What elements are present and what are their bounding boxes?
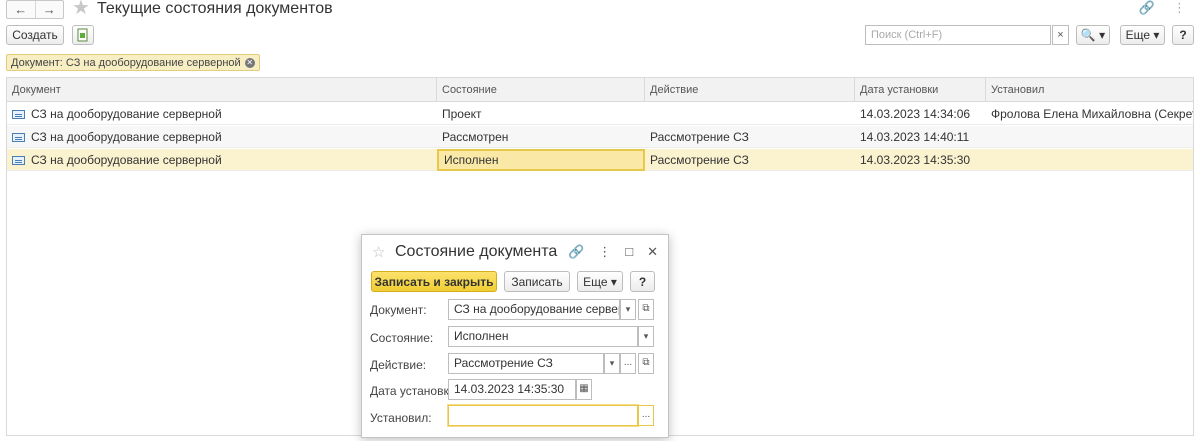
back-arrow-icon[interactable]: ← [7, 1, 35, 18]
column-header-action[interactable]: Действие [645, 78, 855, 102]
cell-date: 14.03.2023 14:40:11 [860, 130, 970, 144]
cell-document: СЗ на дооборудование серверной [7, 126, 437, 148]
document-icon [12, 110, 25, 119]
cell-document-text: СЗ на дооборудование серверной [31, 153, 222, 167]
filter-chip-label: Документ: СЗ на дооборудование серверной [11, 56, 241, 69]
date-field-label: Дата установки: [370, 384, 459, 398]
calendar-icon[interactable]: ▦ [576, 379, 592, 400]
help-button[interactable]: ? [1172, 25, 1194, 45]
column-header-user[interactable]: Установил [986, 78, 1193, 102]
cell-state: Рассмотрен [442, 130, 509, 144]
state-field-label: Состояние: [370, 331, 434, 345]
cell-action [645, 103, 855, 125]
page-title: Текущие состояния документов [97, 0, 333, 17]
state-dropdown-icon[interactable]: ▾ [638, 326, 654, 347]
save-button[interactable]: Записать [504, 271, 570, 292]
cell-action: Рассмотрение СЗ [650, 130, 749, 144]
document-field[interactable]: СЗ на дооборудование серверной [448, 299, 620, 320]
dialog-title: Состояние документа [395, 243, 558, 260]
maximize-icon[interactable]: □ [625, 244, 633, 260]
action-dropdown-icon[interactable]: ▾ [604, 353, 620, 374]
link-icon[interactable]: 🔗 [1139, 0, 1155, 16]
search-clear-button[interactable]: × [1052, 25, 1069, 45]
date-field[interactable]: 14.03.2023 14:35:30 [448, 379, 576, 400]
document-icon [12, 156, 25, 165]
cell-user [986, 149, 1193, 171]
document-field-label: Документ: [370, 303, 427, 317]
action-field-label: Действие: [370, 358, 427, 372]
open-action-icon[interactable]: ⧉ [638, 353, 654, 374]
cell-action: Рассмотрение СЗ [650, 153, 749, 167]
cell-user [986, 126, 1193, 148]
state-field[interactable]: Исполнен [448, 326, 638, 347]
cell-state: Проект [442, 107, 482, 121]
document-report-icon [77, 28, 88, 42]
cell-document: СЗ на дооборудование серверной [7, 149, 437, 171]
user-select-button[interactable]: ... [638, 405, 654, 426]
document-icon [12, 133, 25, 142]
favorite-star-icon[interactable]: ★ [72, 0, 90, 19]
document-dropdown-icon[interactable]: ▾ [620, 299, 636, 320]
help-button[interactable]: ? [630, 271, 655, 292]
table-header: Документ Состояние Действие Дата установ… [7, 78, 1193, 102]
more-menu-icon[interactable]: ⋮ [1173, 0, 1186, 16]
create-button[interactable]: Создать [6, 25, 64, 45]
filter-chip: Документ: СЗ на дооборудование серверной… [6, 54, 260, 71]
window-actions: 🔗 ⋮ [1139, 0, 1186, 16]
more-button[interactable]: Еще ▾ [577, 271, 623, 292]
table-row[interactable]: СЗ на дооборудование серверной Проект 14… [7, 103, 1193, 125]
link-icon[interactable]: 🔗 [568, 244, 584, 260]
column-header-document[interactable]: Документ [7, 78, 437, 102]
dialog-window-actions: 🔗 ⋮ □ ✕ [568, 244, 658, 260]
more-menu-icon[interactable]: ⋮ [598, 244, 611, 260]
cell-user: Фролова Елена Михайловна (Секретар... [991, 107, 1193, 121]
favorite-star-icon[interactable]: ☆ [372, 243, 385, 261]
user-field-label: Установил: [370, 411, 432, 425]
document-state-dialog: ☆ Состояние документа 🔗 ⋮ □ ✕ Записать и… [361, 234, 669, 438]
cell-document-text: СЗ на дооборудование серверной [31, 107, 222, 121]
table-row-selected[interactable]: СЗ на дооборудование серверной Исполнен … [7, 149, 1193, 171]
remove-filter-icon[interactable]: ✕ [244, 57, 255, 68]
cell-date: 14.03.2023 14:34:06 [860, 107, 971, 121]
table-row[interactable]: СЗ на дооборудование серверной Рассмотре… [7, 126, 1193, 148]
action-field[interactable]: Рассмотрение СЗ [448, 353, 604, 374]
action-select-button[interactable]: ... [620, 353, 636, 374]
user-field[interactable] [448, 405, 638, 426]
close-icon[interactable]: ✕ [647, 244, 658, 260]
cell-state-current[interactable]: Исполнен [437, 149, 645, 171]
search-input[interactable]: Поиск (Ctrl+F) [865, 25, 1051, 45]
forward-arrow-icon[interactable]: → [34, 1, 64, 18]
more-button[interactable]: Еще ▾ [1120, 25, 1165, 45]
column-header-date[interactable]: Дата установки [855, 78, 986, 102]
cell-document-text: СЗ на дооборудование серверной [31, 130, 222, 144]
open-document-icon[interactable]: ⧉ [638, 299, 654, 320]
column-header-state[interactable]: Состояние [437, 78, 645, 102]
report-button[interactable] [72, 25, 94, 45]
cell-date: 14.03.2023 14:35:30 [860, 153, 971, 167]
navigation-buttons: ← → [6, 0, 64, 19]
cell-document: СЗ на дооборудование серверной [7, 103, 437, 125]
search-button[interactable]: 🔍 ▾ [1076, 25, 1110, 45]
save-and-close-button[interactable]: Записать и закрыть [371, 271, 497, 292]
